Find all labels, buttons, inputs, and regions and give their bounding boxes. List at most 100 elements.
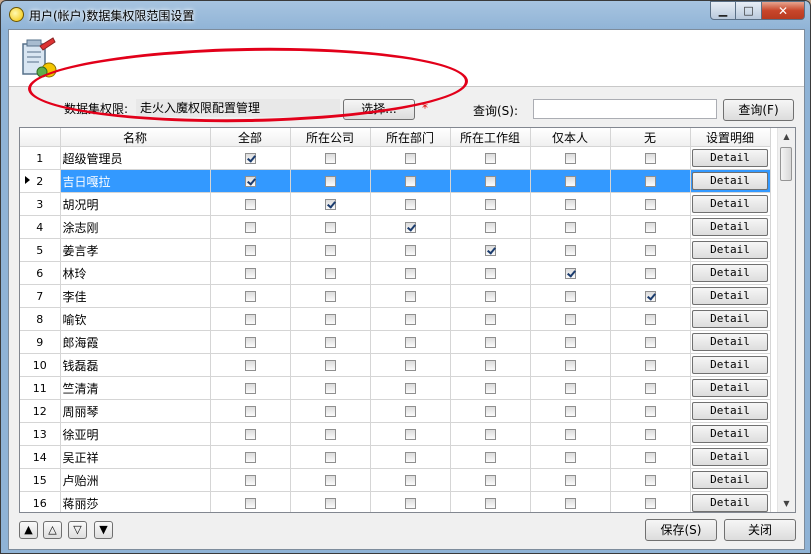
scope-checkbox-none[interactable] xyxy=(644,314,656,325)
table-row[interactable]: 15 卢贻洲 Detail xyxy=(20,468,771,492)
scope-checkbox-company[interactable] xyxy=(324,314,336,325)
scope-checkbox-all[interactable] xyxy=(244,383,256,394)
scope-checkbox-company[interactable] xyxy=(324,406,336,417)
scroll-down-icon[interactable]: ▼ xyxy=(778,495,795,512)
scope-checkbox-all[interactable] xyxy=(244,153,256,164)
scope-checkbox-company[interactable] xyxy=(324,222,336,233)
detail-button[interactable]: Detail xyxy=(692,379,768,397)
scope-checkbox-all[interactable] xyxy=(244,199,256,210)
scope-checkbox-company[interactable] xyxy=(324,291,336,302)
row-number[interactable]: 12 xyxy=(20,399,61,423)
move-last-button[interactable]: ▼ xyxy=(94,521,113,539)
move-up-button[interactable]: △ xyxy=(43,521,62,539)
search-input[interactable] xyxy=(533,99,717,119)
scope-checkbox-none[interactable] xyxy=(644,199,656,210)
scope-checkbox-all[interactable] xyxy=(244,498,256,509)
scope-checkbox-self-only[interactable] xyxy=(564,429,576,440)
maximize-button[interactable]: □ xyxy=(736,1,762,20)
detail-button[interactable]: Detail xyxy=(692,241,768,259)
scope-checkbox-department[interactable] xyxy=(404,475,416,486)
scope-checkbox-department[interactable] xyxy=(404,314,416,325)
column-header-workgroup[interactable]: 所在工作组 xyxy=(450,128,531,147)
user-name-cell[interactable]: 周丽琴 xyxy=(60,399,211,423)
detail-button[interactable]: Detail xyxy=(692,448,768,466)
detail-button[interactable]: Detail xyxy=(692,172,768,190)
scope-checkbox-workgroup[interactable] xyxy=(484,153,496,164)
detail-button[interactable]: Detail xyxy=(692,310,768,328)
scope-checkbox-department[interactable] xyxy=(404,176,416,187)
table-row[interactable]: 7 李佳 Detail xyxy=(20,284,771,308)
detail-button[interactable]: Detail xyxy=(692,425,768,443)
scope-checkbox-self-only[interactable] xyxy=(564,406,576,417)
detail-button[interactable]: Detail xyxy=(692,287,768,305)
user-name-cell[interactable]: 李佳 xyxy=(60,284,211,308)
detail-button[interactable]: Detail xyxy=(692,494,768,512)
user-name-cell[interactable]: 吉日嘎拉 xyxy=(60,169,211,193)
table-row[interactable]: 1 超级管理员 Detail xyxy=(20,146,771,170)
scope-checkbox-workgroup[interactable] xyxy=(484,314,496,325)
column-header-self-only[interactable]: 仅本人 xyxy=(530,128,611,147)
scope-checkbox-department[interactable] xyxy=(404,268,416,279)
scope-checkbox-self-only[interactable] xyxy=(564,268,576,279)
scope-checkbox-department[interactable] xyxy=(404,245,416,256)
scope-checkbox-company[interactable] xyxy=(324,176,336,187)
row-number[interactable]: 2 xyxy=(20,169,61,193)
user-name-cell[interactable]: 林玲 xyxy=(60,261,211,285)
scope-checkbox-company[interactable] xyxy=(324,429,336,440)
scope-checkbox-workgroup[interactable] xyxy=(484,475,496,486)
scope-checkbox-workgroup[interactable] xyxy=(484,452,496,463)
scope-checkbox-self-only[interactable] xyxy=(564,222,576,233)
scope-checkbox-company[interactable] xyxy=(324,153,336,164)
row-number[interactable]: 8 xyxy=(20,307,61,331)
row-number[interactable]: 1 xyxy=(20,146,61,170)
row-number[interactable]: 5 xyxy=(20,238,61,262)
scope-checkbox-workgroup[interactable] xyxy=(484,360,496,371)
scope-checkbox-all[interactable] xyxy=(244,475,256,486)
table-row[interactable]: 3 胡况明 Detail xyxy=(20,192,771,216)
scope-checkbox-none[interactable] xyxy=(644,360,656,371)
scope-checkbox-department[interactable] xyxy=(404,199,416,210)
minimize-button[interactable]: ▁ xyxy=(710,1,736,20)
scope-checkbox-none[interactable] xyxy=(644,475,656,486)
scope-checkbox-company[interactable] xyxy=(324,452,336,463)
scope-checkbox-self-only[interactable] xyxy=(564,452,576,463)
scope-checkbox-self-only[interactable] xyxy=(564,498,576,509)
move-first-button[interactable]: ▲ xyxy=(19,521,38,539)
detail-button[interactable]: Detail xyxy=(692,264,768,282)
table-row[interactable]: 4 涂志刚 Detail xyxy=(20,215,771,239)
scope-checkbox-all[interactable] xyxy=(244,452,256,463)
user-name-cell[interactable]: 吴正祥 xyxy=(60,445,211,469)
table-row[interactable]: 5 姜言孝 Detail xyxy=(20,238,771,262)
scope-checkbox-none[interactable] xyxy=(644,222,656,233)
row-number[interactable]: 4 xyxy=(20,215,61,239)
scope-checkbox-all[interactable] xyxy=(244,222,256,233)
row-number[interactable]: 10 xyxy=(20,353,61,377)
scope-checkbox-none[interactable] xyxy=(644,429,656,440)
row-number[interactable]: 7 xyxy=(20,284,61,308)
scope-checkbox-department[interactable] xyxy=(404,153,416,164)
user-name-cell[interactable]: 超级管理员 xyxy=(60,146,211,170)
user-name-cell[interactable]: 郎海霞 xyxy=(60,330,211,354)
scope-checkbox-workgroup[interactable] xyxy=(484,406,496,417)
user-name-cell[interactable]: 姜言孝 xyxy=(60,238,211,262)
scope-checkbox-none[interactable] xyxy=(644,452,656,463)
column-header-all[interactable]: 全部 xyxy=(210,128,291,147)
scroll-up-icon[interactable]: ▲ xyxy=(778,128,795,145)
detail-button[interactable]: Detail xyxy=(692,356,768,374)
scope-checkbox-company[interactable] xyxy=(324,245,336,256)
table-row[interactable]: 13 徐亚明 Detail xyxy=(20,422,771,446)
user-name-cell[interactable]: 喻钦 xyxy=(60,307,211,331)
scope-checkbox-company[interactable] xyxy=(324,268,336,279)
scope-checkbox-all[interactable] xyxy=(244,291,256,302)
scope-checkbox-self-only[interactable] xyxy=(564,199,576,210)
row-number[interactable]: 3 xyxy=(20,192,61,216)
scope-checkbox-none[interactable] xyxy=(644,291,656,302)
table-row[interactable]: 12 周丽琴 Detail xyxy=(20,399,771,423)
user-name-cell[interactable]: 竺清清 xyxy=(60,376,211,400)
detail-button[interactable]: Detail xyxy=(692,195,768,213)
scope-checkbox-workgroup[interactable] xyxy=(484,498,496,509)
scope-checkbox-workgroup[interactable] xyxy=(484,176,496,187)
detail-button[interactable]: Detail xyxy=(692,471,768,489)
scope-checkbox-self-only[interactable] xyxy=(564,383,576,394)
detail-button[interactable]: Detail xyxy=(692,218,768,236)
